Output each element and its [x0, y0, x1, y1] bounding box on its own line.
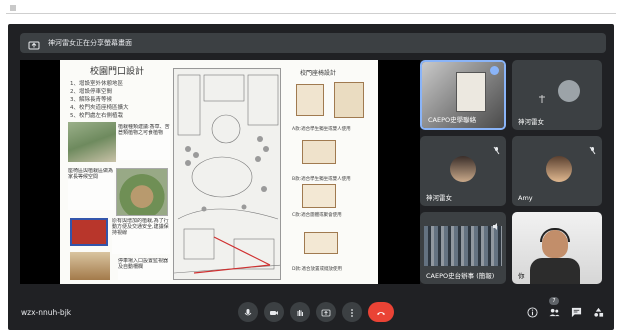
- participant-tile[interactable]: Amy: [512, 136, 602, 206]
- participant-name: 神河雷女: [426, 194, 452, 202]
- bench-sketch-e: [304, 232, 338, 254]
- slide-note-plants: 植栽種類建議:香草、苦苣類植物之可食植物: [118, 124, 170, 160]
- volume-icon: [492, 216, 501, 230]
- activities-button[interactable]: [592, 306, 604, 318]
- raise-hand-button[interactable]: [290, 302, 310, 322]
- slide-note-waiting: 座椅區與植栽區做為家長等候空間: [68, 168, 114, 210]
- end-call-button[interactable]: [368, 302, 394, 322]
- info-button[interactable]: [526, 306, 538, 318]
- meeting-code: wzx-nnuh-bjk: [21, 308, 72, 317]
- mic-muted-icon: [492, 140, 501, 155]
- browser-top-strip: [0, 0, 622, 14]
- avatar: [558, 80, 580, 102]
- mic-muted-icon: [588, 140, 597, 155]
- bench-sketch-d: [302, 184, 336, 208]
- presentation-stage[interactable]: 校園門口設計 1、增設室外休憩地區 2、增設停車空間 3、解除長青等候 4、校門…: [20, 60, 420, 284]
- video-book-prop: [456, 72, 486, 112]
- participant-video: [424, 226, 502, 266]
- participant-tile[interactable]: CAEPO史台辦事 (簡報): [420, 212, 506, 284]
- avatar: [450, 156, 476, 182]
- site-plan-drawing: [173, 68, 281, 280]
- participant-name: 神河雷女: [518, 118, 544, 126]
- caption-a: A款:適合學生獨坐或雙人使用: [292, 127, 351, 132]
- info-icon: [526, 303, 538, 322]
- meet-window: 神河雷女正在分享螢幕畫面 校園門口設計 1、增設室外休憩地區 2、增設停車空間 …: [8, 24, 614, 330]
- slide-note-parking: 停車場入口設置監視器及自動柵欄: [118, 258, 170, 280]
- participant-name: 你: [518, 272, 525, 280]
- present-button[interactable]: [316, 302, 336, 322]
- share-screen-icon: [28, 37, 40, 50]
- slide-title: 校園門口設計: [90, 67, 145, 77]
- slide-list-item: 1、增設室外休憩地區: [70, 81, 123, 87]
- chat-button[interactable]: [570, 306, 582, 318]
- mic-icon: [243, 303, 253, 322]
- self-shirt: [530, 258, 580, 284]
- bench-sketch-a: [296, 84, 324, 116]
- slide-note-traffic: 原有與增加的植栽,為了行動方便及交通安全,建議保持視線: [112, 218, 170, 254]
- slide-list: 1、增設室外休憩地區 2、增設停車空間 3、解除長青等候 4、校門夾道座椅區擴大…: [70, 80, 129, 120]
- presenter-banner: 神河雷女正在分享螢幕畫面: [20, 33, 606, 53]
- caption-c: C款:適合團體或聚會使用: [292, 213, 342, 218]
- top-strip-mark: [10, 5, 16, 11]
- slide-list-item: 4、校門夾道座椅區擴大: [70, 105, 129, 111]
- participant-name: Amy: [518, 194, 533, 202]
- camera-button[interactable]: [264, 302, 284, 322]
- people-icon: [548, 303, 560, 322]
- participant-tile[interactable]: CAEPO史學聯絡: [420, 60, 506, 130]
- participant-name: CAEPO史學聯絡: [428, 116, 477, 124]
- control-bar: wzx-nnuh-bjk 7: [8, 294, 614, 330]
- participant-name: CAEPO史台辦事 (簡報): [426, 272, 495, 280]
- activities-icon: [593, 303, 604, 322]
- slide-photo-seating: [116, 168, 168, 216]
- participant-tile[interactable]: 神河雷女: [420, 136, 506, 206]
- participant-tile-self[interactable]: 你: [512, 212, 602, 284]
- present-icon: [321, 303, 331, 322]
- chat-icon: [571, 303, 582, 322]
- slide-photo-plan-detail: [70, 218, 108, 246]
- more-options-button[interactable]: [342, 302, 362, 322]
- slide-photo-garden: [68, 122, 116, 162]
- shared-slide: 校園門口設計 1、增設室外休憩地區 2、增設停車空間 3、解除長青等候 4、校門…: [60, 60, 378, 284]
- participant-tile[interactable]: 神河雷女: [512, 60, 602, 130]
- mic-button[interactable]: [238, 302, 258, 322]
- end-call-icon: [376, 303, 386, 322]
- people-button[interactable]: [548, 306, 560, 318]
- more-options-icon: [347, 303, 357, 322]
- raise-hand-icon: [295, 303, 305, 322]
- slide-list-item: 5、校門處左右側植栽: [70, 113, 123, 119]
- bench-sketch-c: [302, 140, 336, 164]
- seating-design-title: 校門座椅設計: [300, 70, 337, 77]
- avatar: [546, 156, 572, 182]
- slide-list-item: 2、增設停車空間: [70, 89, 112, 95]
- caption-b: B款:適合學生獨坐或雙人使用: [292, 177, 351, 182]
- pin-icon: [538, 88, 546, 107]
- caption-d: D款:適合放置或擺放使用: [292, 267, 342, 272]
- bench-sketch-b: [334, 82, 364, 118]
- camera-icon: [269, 303, 279, 322]
- slide-list-item: 3、解除長青等候: [70, 97, 112, 103]
- speaking-indicator-icon: [490, 66, 499, 75]
- slide-photo-bench: [70, 252, 110, 280]
- top-strip-divider: [6, 13, 616, 14]
- presenter-banner-text: 神河雷女正在分享螢幕畫面: [48, 39, 132, 47]
